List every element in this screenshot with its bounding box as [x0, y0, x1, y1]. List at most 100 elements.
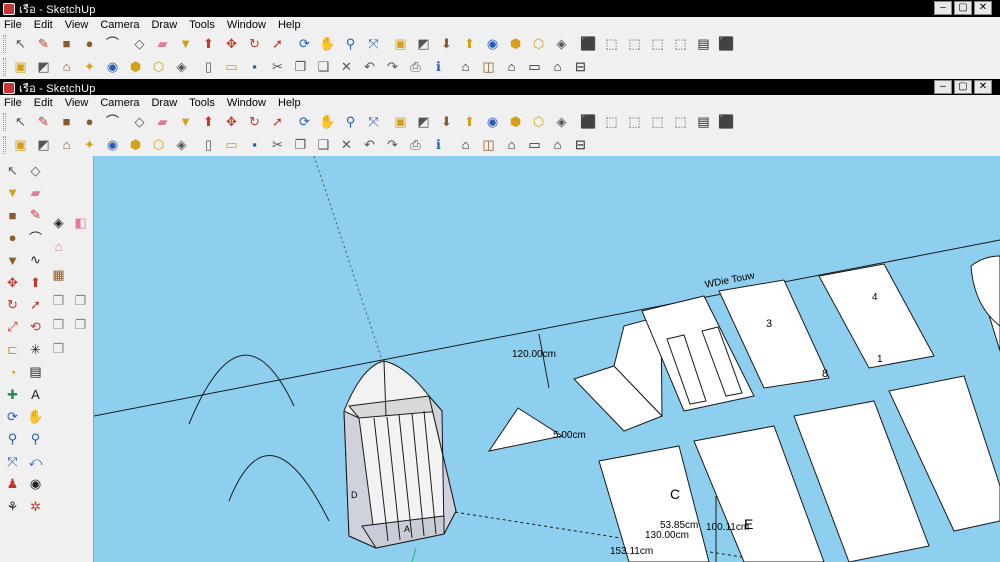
undo-icon[interactable]: ↶: [359, 134, 380, 155]
top-house-icon[interactable]: ◫: [478, 56, 499, 77]
place-model-icon[interactable]: ✦: [79, 56, 100, 77]
circle-icon[interactable]: ●: [2, 227, 23, 248]
pencil-icon[interactable]: ✎: [33, 111, 54, 132]
layer-copy-4-icon[interactable]: ❐: [70, 314, 91, 335]
preview-icon[interactable]: ◩: [413, 111, 434, 132]
shaded-textures-icon[interactable]: ▤: [693, 111, 714, 132]
preview-icon[interactable]: ◩: [413, 33, 434, 54]
tape-measure-icon[interactable]: ⊏: [2, 339, 23, 360]
component-gold-icon[interactable]: ⬢: [125, 134, 146, 155]
toolbar-grip[interactable]: [3, 57, 6, 76]
zoom-icon[interactable]: ⚲: [2, 429, 23, 450]
layer-copy-5-icon[interactable]: ❐: [48, 338, 69, 359]
paste-icon[interactable]: ❑: [313, 56, 334, 77]
menu-file-top[interactable]: File: [4, 19, 22, 31]
minimize-button-main[interactable]: ‒: [934, 80, 952, 94]
get-photo-texture-icon[interactable]: ▣: [390, 33, 411, 54]
pan-icon[interactable]: ✋: [25, 406, 46, 427]
circle-icon[interactable]: ●: [79, 33, 100, 54]
minimize-button-top[interactable]: ‒: [934, 1, 952, 15]
back-house-icon[interactable]: ⌂: [547, 56, 568, 77]
text-icon[interactable]: ▤: [25, 362, 46, 383]
monochrome-icon[interactable]: ⬛: [716, 111, 737, 132]
make-component-icon[interactable]: ◇: [25, 160, 46, 181]
open-folder-icon[interactable]: ▭: [221, 56, 242, 77]
copy-icon[interactable]: ❐: [290, 56, 311, 77]
follow-me-icon[interactable]: ➚: [267, 111, 288, 132]
back-house-icon[interactable]: ⌂: [547, 134, 568, 155]
pencil-icon[interactable]: ✎: [33, 33, 54, 54]
open-folder-icon[interactable]: ▭: [221, 134, 242, 155]
rectangle-icon[interactable]: ■: [2, 205, 23, 226]
component-icon[interactable]: ⬢: [505, 33, 526, 54]
right-house-icon[interactable]: ▭: [524, 56, 545, 77]
move-icon[interactable]: ✥: [221, 33, 242, 54]
dynamic-gray-icon[interactable]: ◈: [171, 134, 192, 155]
eraser-icon[interactable]: ▰: [25, 182, 46, 203]
select-tool-icon[interactable]: ↖: [10, 33, 31, 54]
iso-house-icon[interactable]: ⌂: [455, 56, 476, 77]
freehand-icon[interactable]: ∿: [25, 250, 46, 271]
look-around-icon[interactable]: ◉: [25, 474, 46, 495]
move-icon[interactable]: ✥: [2, 272, 23, 293]
protractor-icon[interactable]: ◔: [2, 362, 23, 383]
layer-copy-3-icon[interactable]: ❐: [48, 314, 69, 335]
pan-icon[interactable]: ✋: [317, 33, 338, 54]
menu-window-top[interactable]: Window: [227, 19, 266, 31]
paint-bucket-icon[interactable]: ▼: [175, 111, 196, 132]
menu-draw-top[interactable]: Draw: [151, 19, 177, 31]
position-camera-icon[interactable]: ♟: [2, 474, 23, 495]
iso-view-icon[interactable]: ⬛: [578, 33, 599, 54]
offset-icon[interactable]: ⟲: [25, 317, 46, 338]
maximize-button-top[interactable]: ▢: [954, 1, 972, 15]
google-earth-icon[interactable]: ◉: [482, 33, 503, 54]
house-section-icon[interactable]: ⌂: [48, 236, 69, 257]
zoom-extents-icon[interactable]: ⤧: [2, 451, 23, 472]
get-current-view-icon[interactable]: ▣: [10, 134, 31, 155]
push-pull-icon[interactable]: ⬆: [198, 33, 219, 54]
hidden-line-icon[interactable]: ⬚: [647, 111, 668, 132]
make-component-icon[interactable]: ◇: [129, 33, 150, 54]
redo-icon[interactable]: ↷: [382, 134, 403, 155]
toolbar-grip[interactable]: [3, 112, 6, 131]
menu-draw[interactable]: Draw: [151, 97, 177, 109]
share-gold-icon[interactable]: ⬡: [148, 56, 169, 77]
model-info-icon[interactable]: ℹ: [428, 56, 449, 77]
dimension-icon[interactable]: ✳: [25, 339, 46, 360]
dynamic-component-icon[interactable]: ◈: [551, 111, 572, 132]
xray-icon[interactable]: ⬚: [601, 111, 622, 132]
orbit-icon[interactable]: ⟳: [294, 33, 315, 54]
section-display-icon[interactable]: ◧: [70, 212, 91, 233]
delete-icon[interactable]: ✕: [336, 134, 357, 155]
print-icon[interactable]: ⎙: [405, 134, 426, 155]
earth-globe-icon[interactable]: ◉: [102, 56, 123, 77]
undo-icon[interactable]: ↶: [359, 56, 380, 77]
3d-text-icon[interactable]: A: [25, 384, 46, 405]
new-file-icon[interactable]: ▯: [198, 134, 219, 155]
model-viewport[interactable]: 120.00cm 5.00cm WDie Touw 153.11cm 130.0…: [94, 156, 1000, 562]
component-gold-icon[interactable]: ⬢: [125, 56, 146, 77]
polygon-icon[interactable]: ▼: [2, 250, 23, 271]
circle-icon[interactable]: ●: [79, 111, 100, 132]
component-icon[interactable]: ⬢: [505, 111, 526, 132]
get-photo-texture-icon[interactable]: ▣: [390, 111, 411, 132]
close-button-main[interactable]: ✕: [974, 80, 992, 94]
menu-edit-top[interactable]: Edit: [34, 19, 53, 31]
axes-icon[interactable]: ✚: [2, 384, 23, 405]
wireframe-icon[interactable]: ⬚: [624, 111, 645, 132]
iso-view-icon[interactable]: ⬛: [578, 111, 599, 132]
eraser-icon[interactable]: ▰: [152, 33, 173, 54]
top-house-icon[interactable]: ◫: [478, 134, 499, 155]
previous-view-icon[interactable]: ⤺: [25, 451, 46, 472]
dynamic-component-icon[interactable]: ◈: [551, 33, 572, 54]
photo-view-icon[interactable]: ◩: [33, 134, 54, 155]
arc-icon[interactable]: ⌒: [25, 227, 46, 248]
line-icon[interactable]: ✎: [25, 205, 46, 226]
pan-icon[interactable]: ✋: [317, 111, 338, 132]
photo-view-icon[interactable]: ◩: [33, 56, 54, 77]
follow-me-icon[interactable]: ➚: [25, 294, 46, 315]
iso-house-icon[interactable]: ⌂: [455, 134, 476, 155]
select-icon[interactable]: ↖: [2, 160, 23, 181]
zoom-icon[interactable]: ⚲: [340, 111, 361, 132]
menu-tools-top[interactable]: Tools: [189, 19, 215, 31]
